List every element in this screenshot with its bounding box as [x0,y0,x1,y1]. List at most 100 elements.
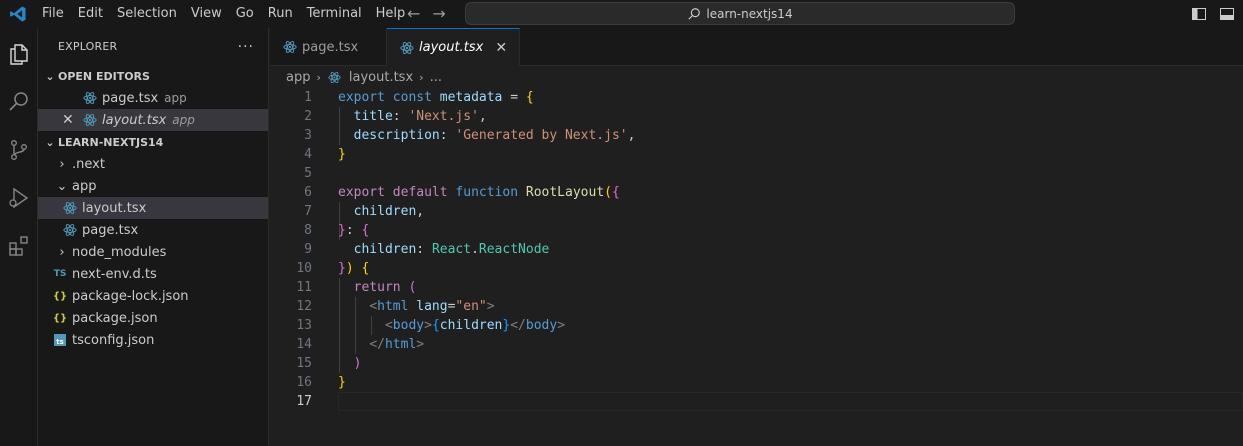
open-editor-item-layout[interactable]: ✕ layout.tsx app [38,109,268,131]
breadcrumb-folder[interactable]: app [286,70,310,85]
tree-file-page[interactable]: page.tsx [38,219,268,241]
navigation-arrows: ← → [407,0,446,28]
code-line[interactable]: 12 <html lang="en"> [270,297,1243,316]
code-token: ( [604,185,612,200]
back-arrow-icon[interactable]: ← [407,0,420,28]
extensions-icon[interactable] [0,226,38,266]
code-line[interactable]: 3 description: 'Generated by Next.js', [270,126,1243,145]
menu-help[interactable]: Help [369,0,413,28]
search-icon [688,7,701,20]
close-icon[interactable]: ✕ [62,112,82,128]
chevron-right-icon: › [419,70,424,84]
code-editor[interactable]: 1 export const metadata = {2 title: 'Next… [270,88,1243,446]
menu-selection[interactable]: Selection [110,0,184,28]
line-number: 4 [304,147,312,162]
code-token: > [557,318,566,333]
menu-file[interactable]: File [35,0,71,28]
code-token: children [439,318,503,333]
code-token: , [416,204,425,219]
code-token: lang [416,299,448,314]
tree-folder-next[interactable]: › .next [38,153,268,175]
menu-run[interactable]: Run [261,0,300,28]
tree-item-label: layout.tsx [82,200,147,216]
code-line[interactable]: 2 title: 'Next.js', [270,107,1243,126]
code-token: </ [510,318,526,333]
tab-page[interactable]: page.tsx [270,28,387,66]
code-line[interactable]: 4} [270,145,1243,164]
menu-go[interactable]: Go [229,0,261,28]
command-center-search[interactable]: learn-nextjs14 [465,2,1015,25]
tree-file-package-lock[interactable]: {} package-lock.json [38,285,268,307]
tree-item-label: node_modules [72,244,167,260]
code-line[interactable]: 17 [270,392,1243,411]
react-file-icon [82,90,98,106]
code-token: : [392,109,409,124]
line-number: 5 [304,166,312,181]
code-line[interactable]: 8}: { [270,221,1243,240]
open-editors-label: OPEN EDITORS [58,69,150,83]
more-actions-icon[interactable]: ··· [238,39,254,55]
menu-edit[interactable]: Edit [71,0,110,28]
toggle-panel-icon[interactable] [1219,6,1235,22]
code-token: const [392,90,432,105]
open-editors-section[interactable]: ⌄ OPEN EDITORS [38,65,268,87]
line-number: 10 [296,261,312,276]
close-icon[interactable]: ✕ [493,40,509,56]
code-line[interactable]: 16} [270,373,1243,392]
open-editor-item-page[interactable]: page.tsx app [38,87,268,109]
typescript-file-icon: TS [53,269,67,279]
project-section[interactable]: ⌄ LEARN-NEXTJS14 [38,131,268,153]
react-file-icon [327,69,343,85]
open-editor-name: page.tsx [102,90,159,106]
breadcrumb-more[interactable]: ... [430,70,442,85]
code-token: "en" [455,299,487,314]
vscode-logo-icon[interactable] [0,0,35,28]
tree-file-next-env[interactable]: TS next-env.d.ts [38,263,268,285]
line-number: 15 [296,356,312,371]
menu-view[interactable]: View [184,0,229,28]
code-line[interactable]: 15 ) [270,354,1243,373]
breadcrumb-file[interactable]: layout.tsx [349,70,413,85]
code-token: { [525,90,534,105]
code-line[interactable]: 14 </html> [270,335,1243,354]
chevron-down-icon: ⌄ [56,178,68,194]
tree-folder-app[interactable]: ⌄ app [38,175,268,197]
tree-item-label: .next [72,156,105,172]
tree-file-tsconfig[interactable]: ts tsconfig.json [38,329,268,351]
code-line[interactable]: 6 export default function RootLayout({ [270,183,1243,202]
code-text: }) { [338,259,369,278]
forward-arrow-icon[interactable]: → [432,0,445,28]
run-and-debug-icon[interactable] [0,178,38,218]
explorer-files-icon[interactable] [0,34,38,74]
code-token: } [338,375,346,390]
tree-folder-node-modules[interactable]: › node_modules [38,241,268,263]
code-line[interactable]: 11 return ( [270,278,1243,297]
code-token: function [455,185,519,200]
code-line[interactable]: 5 [270,164,1243,183]
code-line[interactable]: 7 children, [270,202,1243,221]
code-line[interactable]: 13 <body>{children}</body> [270,316,1243,335]
code-line[interactable]: 10 }) { [270,259,1243,278]
code-line[interactable]: 1 export const metadata = { [270,88,1243,107]
code-token: </ [369,337,385,352]
tsconfig-file-icon: ts [52,332,68,348]
tab-layout[interactable]: layout.tsx ✕ [387,28,521,66]
line-number: 12 [296,299,312,314]
menu-terminal[interactable]: Terminal [300,0,369,28]
code-token: metadata [439,90,503,105]
line-number: 13 [296,318,312,333]
code-token: > [424,318,432,333]
code-line[interactable]: 9 children: React.ReactNode [270,240,1243,259]
search-sidebar-icon[interactable] [0,82,38,122]
code-token: > [416,337,425,352]
tree-file-package[interactable]: {} package.json [38,307,268,329]
tree-item-label: next-env.d.ts [72,266,157,282]
source-control-icon[interactable] [0,130,38,170]
tree-item-label: tsconfig.json [72,332,155,348]
toggle-primary-sidebar-icon[interactable] [1191,6,1207,22]
tree-file-layout[interactable]: layout.tsx [38,197,268,219]
chevron-down-icon: ⌄ [45,135,55,149]
line-number: 14 [296,337,312,352]
